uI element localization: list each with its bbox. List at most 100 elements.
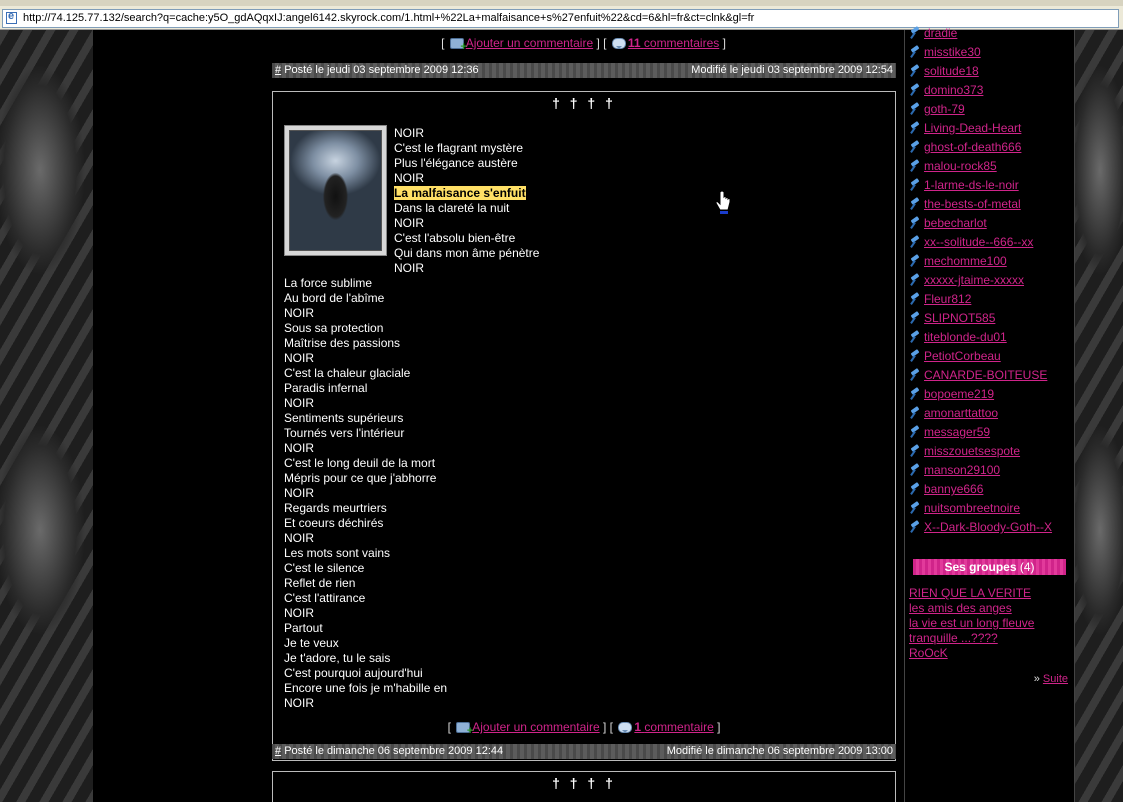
friend-item: nuitsombreetnoire bbox=[909, 499, 1052, 518]
permalink-hash[interactable]: # bbox=[275, 745, 281, 757]
friend-link[interactable]: ghost-of-death666 bbox=[924, 140, 1021, 154]
friend-item: titeblonde-du01 bbox=[909, 328, 1052, 347]
poem-line: NOIR bbox=[284, 441, 314, 455]
friend-link[interactable]: nuitsombreetnoire bbox=[924, 501, 1020, 515]
post-date-left: # Posté le dimanche 06 septembre 2009 12… bbox=[275, 744, 503, 759]
friend-item: domino373 bbox=[909, 81, 1052, 100]
pin-icon bbox=[909, 217, 921, 229]
comments-bubble-icon[interactable] bbox=[611, 38, 626, 49]
poem-line-text: Dans la clareté la nuit bbox=[394, 201, 510, 215]
group-link[interactable]: RoOcK bbox=[909, 646, 1069, 661]
comment-count: 1 bbox=[634, 720, 642, 734]
friend-link[interactable]: the-bests-of-metal bbox=[924, 197, 1021, 211]
friend-link[interactable]: mechomme100 bbox=[924, 254, 1007, 268]
friend-item: bannye666 bbox=[909, 480, 1052, 499]
friend-link[interactable]: Living-Dead-Heart bbox=[924, 121, 1021, 135]
poem-line-text: NOIR bbox=[394, 126, 424, 140]
pin-icon bbox=[909, 65, 921, 77]
poem-line: La malfaisance s'enfuit bbox=[394, 186, 539, 201]
friend-link[interactable]: malou-rock85 bbox=[924, 159, 997, 173]
friend-item: amonarttattoo bbox=[909, 404, 1052, 423]
post-date-left: # Posté le jeudi 03 septembre 2009 12:36 bbox=[275, 63, 479, 78]
friend-link[interactable]: SLIPNOT585 bbox=[924, 311, 995, 325]
friend-item: PetiotCorbeau bbox=[909, 347, 1052, 366]
poem-line: NOIR bbox=[284, 351, 314, 365]
add-comment-link[interactable]: Ajouter un commentaire bbox=[466, 36, 593, 50]
friend-link[interactable]: solitude18 bbox=[924, 64, 979, 78]
friend-item: bopoeme219 bbox=[909, 385, 1052, 404]
add-comment-icon[interactable] bbox=[456, 722, 473, 737]
groups-header: Ses groupes (4) bbox=[913, 559, 1066, 575]
group-link[interactable]: RIEN QUE LA VERITE bbox=[909, 586, 1069, 601]
poem-line: NOIR bbox=[394, 261, 539, 276]
groups-count: (4) bbox=[1019, 560, 1035, 574]
friend-item: mechomme100 bbox=[909, 252, 1052, 271]
permalink-hash[interactable]: # bbox=[275, 64, 281, 76]
post-image[interactable] bbox=[284, 125, 387, 256]
friend-item: xx--solitude--666--xx bbox=[909, 233, 1052, 252]
friend-link[interactable]: PetiotCorbeau bbox=[924, 349, 1001, 363]
poem-line-text: Qui dans mon âme pénètre bbox=[394, 246, 540, 260]
friend-link[interactable]: CANARDE-BOITEUSE bbox=[924, 368, 1047, 382]
friend-link[interactable]: Fleur812 bbox=[924, 292, 971, 306]
add-comment-icon[interactable] bbox=[449, 38, 467, 53]
friend-item: bebecharlot bbox=[909, 214, 1052, 233]
friend-item: the-bests-of-metal bbox=[909, 195, 1052, 214]
friend-link[interactable]: manson29100 bbox=[924, 463, 1000, 477]
poem-line: Mépris pour ce que j'abhorre bbox=[284, 471, 437, 485]
bracket-close: ] bbox=[717, 720, 721, 734]
friend-link[interactable]: bannye666 bbox=[924, 482, 983, 496]
poem-line: Paradis infernal bbox=[284, 381, 368, 395]
friend-item: xxxxx-jtaime-xxxxx bbox=[909, 271, 1052, 290]
more-link-wrap: » Suite bbox=[1034, 673, 1068, 685]
group-link[interactable]: les amis des anges bbox=[909, 601, 1069, 616]
friend-item: Living-Dead-Heart bbox=[909, 119, 1052, 138]
friend-link[interactable]: titeblonde-du01 bbox=[924, 330, 1007, 344]
friend-link[interactable]: bopoeme219 bbox=[924, 387, 994, 401]
friend-link[interactable]: messager59 bbox=[924, 425, 990, 439]
pin-icon bbox=[909, 141, 921, 153]
poem-line-text: Plus l'élégance austère bbox=[394, 156, 518, 170]
friend-link[interactable]: 1-larme-ds-le-noir bbox=[924, 178, 1019, 192]
bracket-mid: ] [ bbox=[603, 720, 614, 734]
comments-bubble-icon[interactable] bbox=[618, 722, 633, 733]
friend-link[interactable]: goth-79 bbox=[924, 102, 965, 116]
prev-post-date-bar: # Posté le jeudi 03 septembre 2009 12:36… bbox=[272, 63, 896, 78]
friend-link[interactable]: domino373 bbox=[924, 83, 983, 97]
bracket-open: [ bbox=[447, 720, 451, 734]
poem-line: Reflet de rien bbox=[284, 576, 356, 590]
friend-item: ghost-of-death666 bbox=[909, 138, 1052, 157]
pin-icon bbox=[909, 103, 921, 115]
friend-item: misszouetsespote bbox=[909, 442, 1052, 461]
friend-item: malou-rock85 bbox=[909, 157, 1052, 176]
url-text[interactable]: http://74.125.77.132/search?q=cache:y5O_… bbox=[23, 12, 754, 24]
pin-icon bbox=[909, 502, 921, 514]
post-title: † † † † bbox=[552, 95, 616, 111]
pin-icon bbox=[909, 369, 921, 381]
pin-icon bbox=[909, 312, 921, 324]
comments-link[interactable]: 11 commentaires bbox=[628, 36, 719, 50]
poem-line: C'est la chaleur glaciale bbox=[284, 366, 411, 380]
friend-link[interactable]: bebecharlot bbox=[924, 216, 987, 230]
friend-link[interactable]: xxxxx-jtaime-xxxxx bbox=[924, 273, 1024, 287]
poem-line: NOIR bbox=[394, 126, 539, 141]
friends-list: dradie misstike30 solitude18 domino373 goth-… bbox=[909, 24, 1052, 537]
more-link[interactable]: Suite bbox=[1043, 673, 1068, 685]
comments-link[interactable]: 1 commentaire bbox=[634, 720, 713, 734]
friend-link[interactable]: dradie bbox=[924, 26, 957, 40]
friend-link[interactable]: xx--solitude--666--xx bbox=[924, 235, 1033, 249]
poem-line: Partout bbox=[284, 621, 323, 635]
group-link[interactable]: la vie est un long fleuve tranquille ...… bbox=[909, 616, 1069, 646]
pin-icon bbox=[909, 27, 921, 39]
poem-line: Dans la clareté la nuit bbox=[394, 201, 539, 216]
poem-line: NOIR bbox=[284, 606, 314, 620]
friend-link[interactable]: amonarttattoo bbox=[924, 406, 998, 420]
post-date-bar: # Posté le dimanche 06 septembre 2009 12… bbox=[272, 744, 896, 759]
friend-link[interactable]: misstike30 bbox=[924, 45, 981, 59]
pin-icon bbox=[909, 198, 921, 210]
poem-line: Plus l'élégance austère bbox=[394, 156, 539, 171]
friend-link[interactable]: X--Dark-Bloody-Goth--X bbox=[924, 520, 1052, 534]
friend-link[interactable]: misszouetsespote bbox=[924, 444, 1020, 458]
friend-item: SLIPNOT585 bbox=[909, 309, 1052, 328]
add-comment-link[interactable]: Ajouter un commentaire bbox=[472, 720, 599, 734]
